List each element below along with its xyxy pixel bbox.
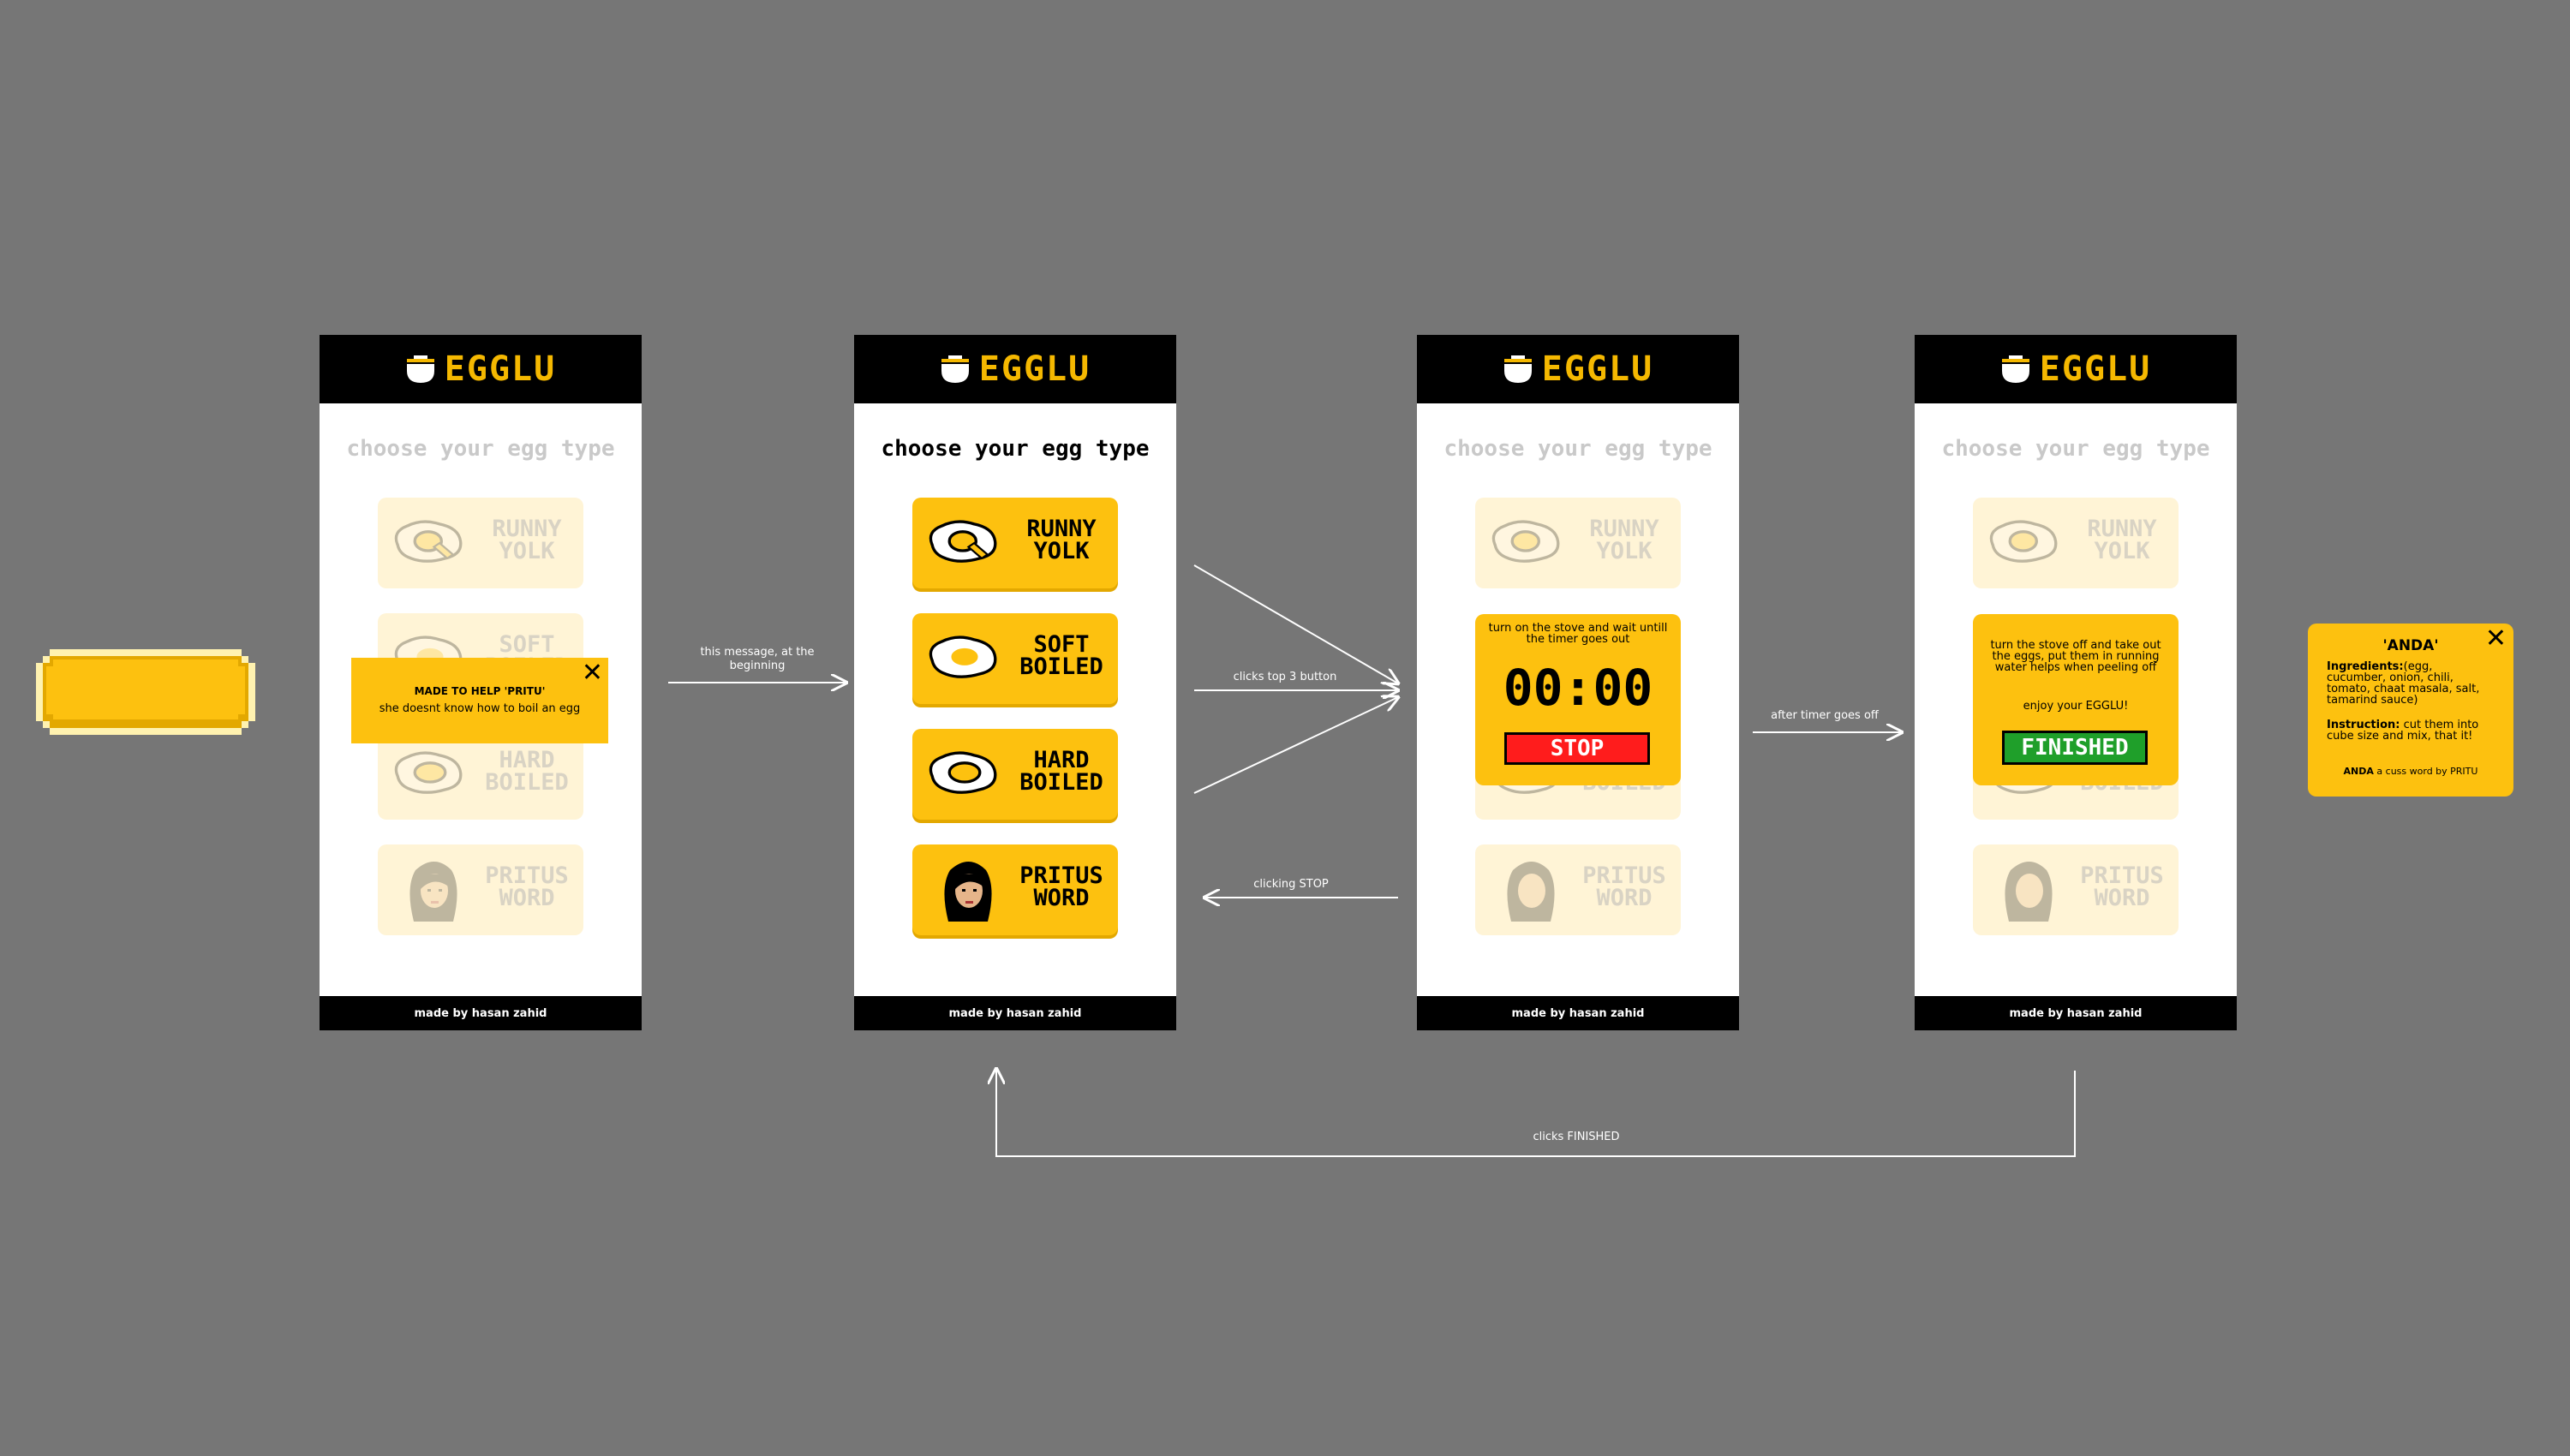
flow-label-timer: after timer goes off (1771, 709, 1879, 722)
flow-arrows (668, 564, 2076, 1157)
arrow-icon (1193, 697, 1398, 794)
arrow-icon (1193, 564, 1398, 683)
flow-label-stop: clicking STOP (1253, 878, 1329, 891)
flow-label-finished: clicks FINISHED (1533, 1131, 1620, 1143)
flow-label-top3: clicks top 3 button (1233, 671, 1337, 683)
flow-label-intro: this message, at the beginning (700, 646, 815, 672)
